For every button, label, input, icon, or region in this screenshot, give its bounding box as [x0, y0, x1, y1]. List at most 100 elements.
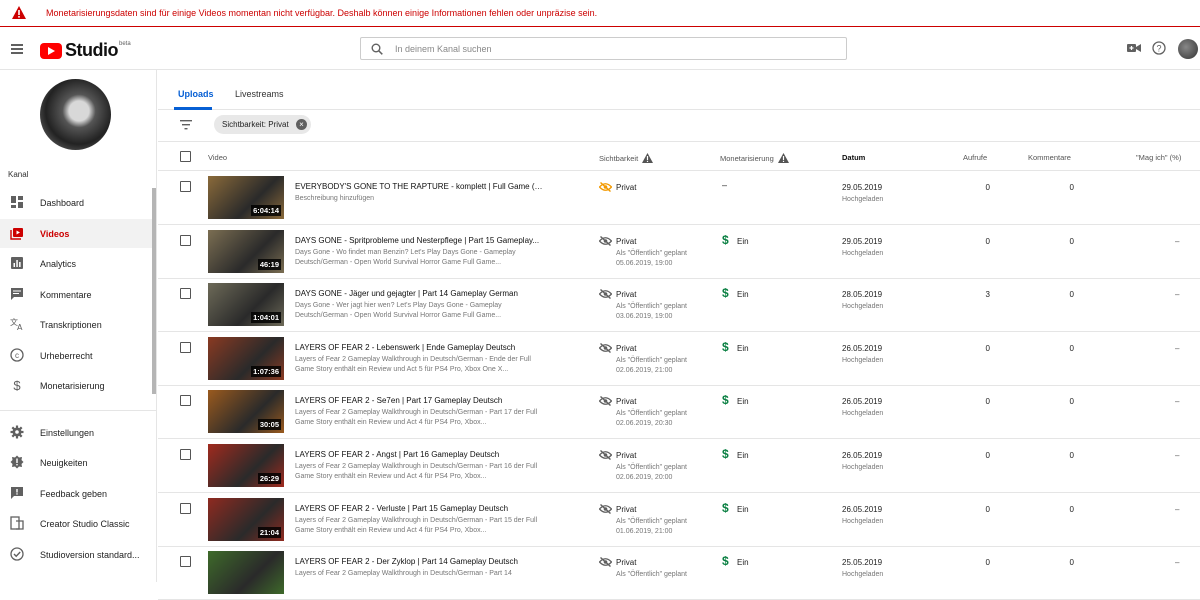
visibility-status[interactable]: Privat — [616, 237, 636, 246]
monetization-status[interactable]: Ein — [737, 290, 749, 299]
video-thumbnail[interactable]: 1:07:36 — [208, 336, 284, 380]
dollar-icon: $ — [13, 378, 21, 392]
sidebar-scrollbar[interactable] — [152, 188, 156, 394]
sidebar-item-dashboard[interactable]: Dashboard — [0, 188, 152, 217]
sidebar-item-copyright[interactable]: c Urheberrecht — [0, 341, 152, 370]
video-title[interactable]: EVERYBODY'S GONE TO THE RAPTURE - komple… — [295, 182, 545, 191]
video-description[interactable]: Beschreibung hinzufügen — [295, 194, 545, 204]
schedule-time: 05.06.2019, 19:00 — [616, 259, 673, 267]
column-header-comments[interactable]: Kommentare — [1028, 153, 1071, 162]
table-row[interactable]: 46:19 DAYS GONE - Spritprobleme und Nest… — [158, 225, 1200, 279]
visibility-status[interactable]: Privat — [616, 397, 636, 406]
upload-status: Hochgeladen — [842, 196, 884, 203]
row-checkbox[interactable] — [180, 502, 191, 514]
sidebar-item-creator-studio-classic[interactable]: Creator Studio Classic — [0, 509, 152, 538]
table-row[interactable]: LAYERS OF FEAR 2 - Der Zyklop | Part 14 … — [158, 546, 1200, 600]
table-row[interactable]: 6:04:14 EVERYBODY'S GONE TO THE RAPTURE … — [158, 171, 1200, 225]
video-thumbnail[interactable]: 21:04 — [208, 497, 284, 541]
video-thumbnail[interactable]: 46:19 — [208, 229, 284, 273]
row-checkbox[interactable] — [180, 181, 191, 192]
row-checkbox[interactable] — [180, 556, 191, 568]
tab-livestreams[interactable]: Livestreams — [235, 89, 284, 99]
video-thumbnail[interactable]: 1:04:01 — [208, 283, 284, 327]
visibility-status[interactable]: Privat — [616, 451, 636, 460]
help-icon[interactable]: ? — [1152, 41, 1166, 55]
account-avatar[interactable] — [1178, 39, 1198, 59]
column-header-date[interactable]: Datum — [842, 153, 865, 162]
create-video-icon[interactable] — [1127, 43, 1141, 53]
sidebar-item-monetization[interactable]: $ Monetarisierung — [0, 371, 152, 400]
monetization-status[interactable]: Ein — [737, 344, 749, 353]
search-box[interactable] — [360, 37, 847, 60]
row-checkbox[interactable] — [180, 395, 191, 407]
video-title[interactable]: DAYS GONE - Spritprobleme und Nesterpfle… — [295, 236, 545, 245]
views-count: 0 — [985, 558, 990, 568]
column-header-monetization[interactable]: Monetarisierung — [720, 153, 789, 163]
select-all-checkbox[interactable] — [180, 151, 191, 162]
video-title[interactable]: DAYS GONE - Jäger und gejagter | Part 14… — [295, 289, 545, 298]
studio-logo[interactable]: Studio beta — [40, 40, 131, 61]
monetization-status[interactable]: Ein — [737, 505, 749, 514]
monetization-status[interactable]: Ein — [737, 451, 749, 460]
search-input[interactable] — [395, 41, 835, 56]
menu-icon[interactable] — [11, 44, 23, 54]
channel-avatar[interactable] — [40, 79, 111, 150]
sidebar-item-settings[interactable]: Einstellungen — [0, 418, 152, 447]
visibility-schedule: Als "Öffentlich" geplant 03.06.2019, 19:0… — [616, 302, 687, 322]
video-title[interactable]: LAYERS OF FEAR 2 - Se7en | Part 17 Gamep… — [295, 396, 545, 405]
tab-uploads[interactable]: Uploads — [178, 89, 214, 99]
column-header-visibility-label: Sichtbarkeit — [599, 154, 639, 163]
upload-status: Hochgeladen — [842, 303, 884, 311]
row-checkbox[interactable] — [180, 234, 191, 246]
sidebar-item-feedback[interactable]: Feedback geben — [0, 479, 152, 508]
row-checkbox[interactable] — [180, 341, 191, 353]
monetization-status[interactable]: Ein — [737, 397, 749, 406]
views-count: 0 — [985, 183, 990, 192]
table-row[interactable]: 30:05 LAYERS OF FEAR 2 - Se7en | Part 17… — [158, 385, 1200, 440]
close-icon[interactable]: × — [296, 119, 307, 130]
column-header-likes[interactable]: "Mag ich" (%) — [1136, 153, 1181, 162]
video-title[interactable]: LAYERS OF FEAR 2 - Der Zyklop | Part 14 … — [295, 557, 545, 566]
column-header-visibility[interactable]: Sichtbarkeit — [599, 153, 654, 163]
likes-percent: – — [1175, 290, 1180, 300]
schedule-time: 03.06.2019, 19:00 — [616, 313, 673, 321]
sidebar-item-transcriptions[interactable]: 文 A Transkriptionen — [0, 310, 152, 339]
visibility-status[interactable]: Privat — [616, 290, 636, 299]
column-header-video[interactable]: Video — [208, 153, 227, 162]
table-row[interactable]: 21:04 LAYERS OF FEAR 2 - Verluste | Part… — [158, 493, 1200, 547]
video-thumbnail[interactable]: 26:29 — [208, 444, 284, 487]
visibility-status[interactable]: Privat — [616, 558, 636, 567]
comments-count: 0 — [1069, 451, 1074, 460]
schedule-label: Als "Öffentlich" geplant — [616, 356, 687, 364]
video-title[interactable]: LAYERS OF FEAR 2 - Verluste | Part 15 Ga… — [295, 504, 545, 513]
sidebar-item-news[interactable]: Neuigkeiten — [0, 448, 152, 477]
upload-status: Hochgeladen — [842, 356, 884, 364]
table-row[interactable]: 1:07:36 LAYERS OF FEAR 2 - Lebenswerk | … — [158, 332, 1200, 386]
video-title[interactable]: LAYERS OF FEAR 2 - Angst | Part 16 Gamep… — [295, 450, 545, 459]
visibility-status[interactable]: Privat — [616, 183, 636, 192]
video-thumbnail[interactable]: 6:04:14 — [208, 176, 284, 219]
column-header-views[interactable]: Aufrufe — [963, 153, 987, 162]
monetization-status[interactable]: Ein — [737, 558, 749, 567]
video-title[interactable]: LAYERS OF FEAR 2 - Lebenswerk | Ende Gam… — [295, 343, 545, 352]
schedule-label: Als "Öffentlich" geplant — [616, 249, 687, 257]
upload-date: 29.05.2019 — [842, 183, 883, 192]
row-checkbox[interactable] — [180, 288, 191, 300]
dollar-icon: $ — [722, 393, 729, 408]
video-thumbnail[interactable] — [208, 551, 284, 595]
monetization-status[interactable]: Ein — [737, 237, 749, 246]
video-thumbnail[interactable]: 30:05 — [208, 390, 284, 434]
sidebar-item-studio-default[interactable]: Studioversion standard... — [0, 540, 152, 569]
row-checkbox[interactable] — [180, 449, 191, 460]
sidebar-item-videos[interactable]: Videos — [0, 219, 152, 248]
banner-message: Monetarisierungsdaten sind für einige Vi… — [46, 8, 598, 18]
sidebar-item-analytics[interactable]: Analytics — [0, 249, 152, 278]
sidebar-item-comments[interactable]: Kommentare — [0, 280, 152, 309]
visibility-status[interactable]: Privat — [616, 344, 636, 353]
table-row[interactable]: 26:29 LAYERS OF FEAR 2 - Angst | Part 16… — [158, 439, 1200, 493]
filter-chip-visibility[interactable]: Sichtbarkeit: Privat × — [214, 115, 311, 134]
filter-icon[interactable] — [180, 120, 192, 130]
table-row[interactable]: 1:04:01 DAYS GONE - Jäger und gejagter |… — [158, 278, 1200, 333]
visibility-status[interactable]: Privat — [616, 505, 636, 514]
analytics-icon — [11, 257, 23, 269]
